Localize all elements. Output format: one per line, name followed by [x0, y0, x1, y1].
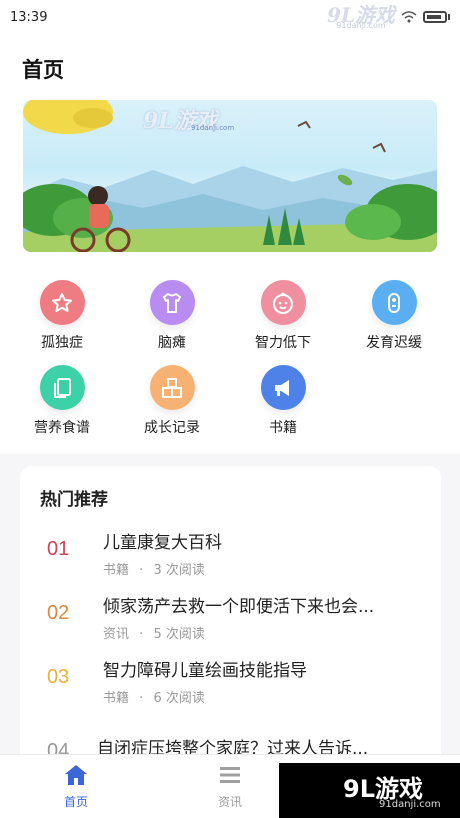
- category-item-books[interactable]: 书籍: [238, 365, 328, 437]
- watermark-url: 91danji.com: [379, 799, 441, 810]
- category-label: 营养食谱: [34, 420, 90, 436]
- hot-item-reads: 6 次阅读: [153, 691, 205, 706]
- tab-home[interactable]: 首页: [36, 763, 116, 810]
- watermark: 9L游戏 91danji.com: [279, 763, 460, 818]
- status-icons: 9L游戏 91danji.com: [327, 5, 450, 30]
- hot-item-rank: 03: [47, 666, 70, 688]
- pacifier-icon: [371, 280, 417, 325]
- hot-item-title: 倾家荡产去救一个即便活下来也会...: [103, 597, 375, 617]
- megaphone-icon: [260, 365, 306, 410]
- header: 首页: [0, 34, 460, 94]
- baby-face-icon: [260, 280, 306, 325]
- wifi-icon: [401, 11, 417, 23]
- list-icon: [220, 767, 240, 783]
- category-label: 发育迟缓: [366, 335, 422, 351]
- hot-item-title: 儿童康复大百科: [103, 533, 222, 553]
- hot-item-dot: ·: [139, 627, 144, 642]
- category-label: 智力低下: [255, 335, 311, 351]
- category-label: 成长记录: [144, 420, 200, 436]
- battery-cap: [448, 14, 450, 20]
- hot-item-meta: 书籍 · 3 次阅读: [103, 559, 205, 578]
- home-icon: [65, 765, 87, 785]
- hot-item[interactable]: 01 儿童康复大百科 书籍 · 3 次阅读: [20, 528, 441, 594]
- tab-home-label: 首页: [63, 795, 88, 809]
- hot-item[interactable]: 03 智力障碍儿童绘画技能指导 书籍 · 6 次阅读: [20, 656, 441, 722]
- hot-item-type: 书籍: [103, 691, 130, 706]
- shirt-icon: [149, 280, 195, 325]
- recipe-icon: [39, 365, 85, 410]
- hot-item-meta: 资讯 · 5 次阅读: [103, 623, 205, 642]
- category-label: 脑瘫: [158, 335, 186, 351]
- category-item-cerebral-palsy[interactable]: 脑瘫: [127, 280, 217, 352]
- hot-item-title: 智力障碍儿童绘画技能指导: [103, 661, 307, 681]
- hot-item[interactable]: 02 倾家荡产去救一个即便活下来也会... 资讯 · 5 次阅读: [20, 592, 441, 658]
- hot-item-meta: 书籍 · 6 次阅读: [103, 687, 205, 706]
- status-watermark: 9L游戏 91danji.com: [327, 5, 395, 30]
- page-title: 首页: [22, 58, 64, 82]
- hot-item-reads: 3 次阅读: [153, 563, 205, 578]
- status-bar: 13:39 9L游戏 91danji.com: [0, 0, 460, 34]
- banner-illustration: [23, 100, 437, 252]
- category-item-intellectual[interactable]: 智力低下: [238, 280, 328, 352]
- status-watermark-url: 91danji.com: [336, 20, 386, 30]
- hot-item-rank: 01: [47, 538, 70, 560]
- status-time: 13:39: [10, 9, 48, 25]
- hot-item-type: 资讯: [103, 627, 130, 642]
- tab-news-label: 资讯: [217, 795, 242, 809]
- hot-recommend-title: 热门推荐: [40, 490, 108, 510]
- category-item-nutrition[interactable]: 营养食谱: [17, 365, 107, 437]
- category-item-delay[interactable]: 发育迟缓: [349, 280, 439, 352]
- category-item-autism[interactable]: 孤独症: [17, 280, 107, 352]
- battery-icon: [423, 11, 447, 23]
- hot-item-dot: ·: [139, 563, 144, 578]
- hot-item-reads: 5 次阅读: [153, 627, 205, 642]
- hot-item-dot: ·: [139, 691, 144, 706]
- banner[interactable]: 9L游戏 91danji.com: [23, 100, 437, 252]
- blocks-icon: [149, 365, 195, 410]
- banner-watermark-url: 91danji.com: [191, 124, 235, 132]
- category-label: 书籍: [269, 420, 297, 436]
- category-label: 孤独症: [41, 335, 83, 351]
- hot-recommend-card: 热门推荐 01 儿童康复大百科 书籍 · 3 次阅读 02 倾家荡产去救一个即便…: [20, 466, 441, 786]
- hot-item-rank: 02: [47, 602, 70, 624]
- star-icon: [39, 280, 85, 325]
- hot-item-type: 书籍: [103, 563, 130, 578]
- category-item-growth-record[interactable]: 成长记录: [127, 365, 217, 437]
- tab-news[interactable]: 资讯: [190, 763, 270, 810]
